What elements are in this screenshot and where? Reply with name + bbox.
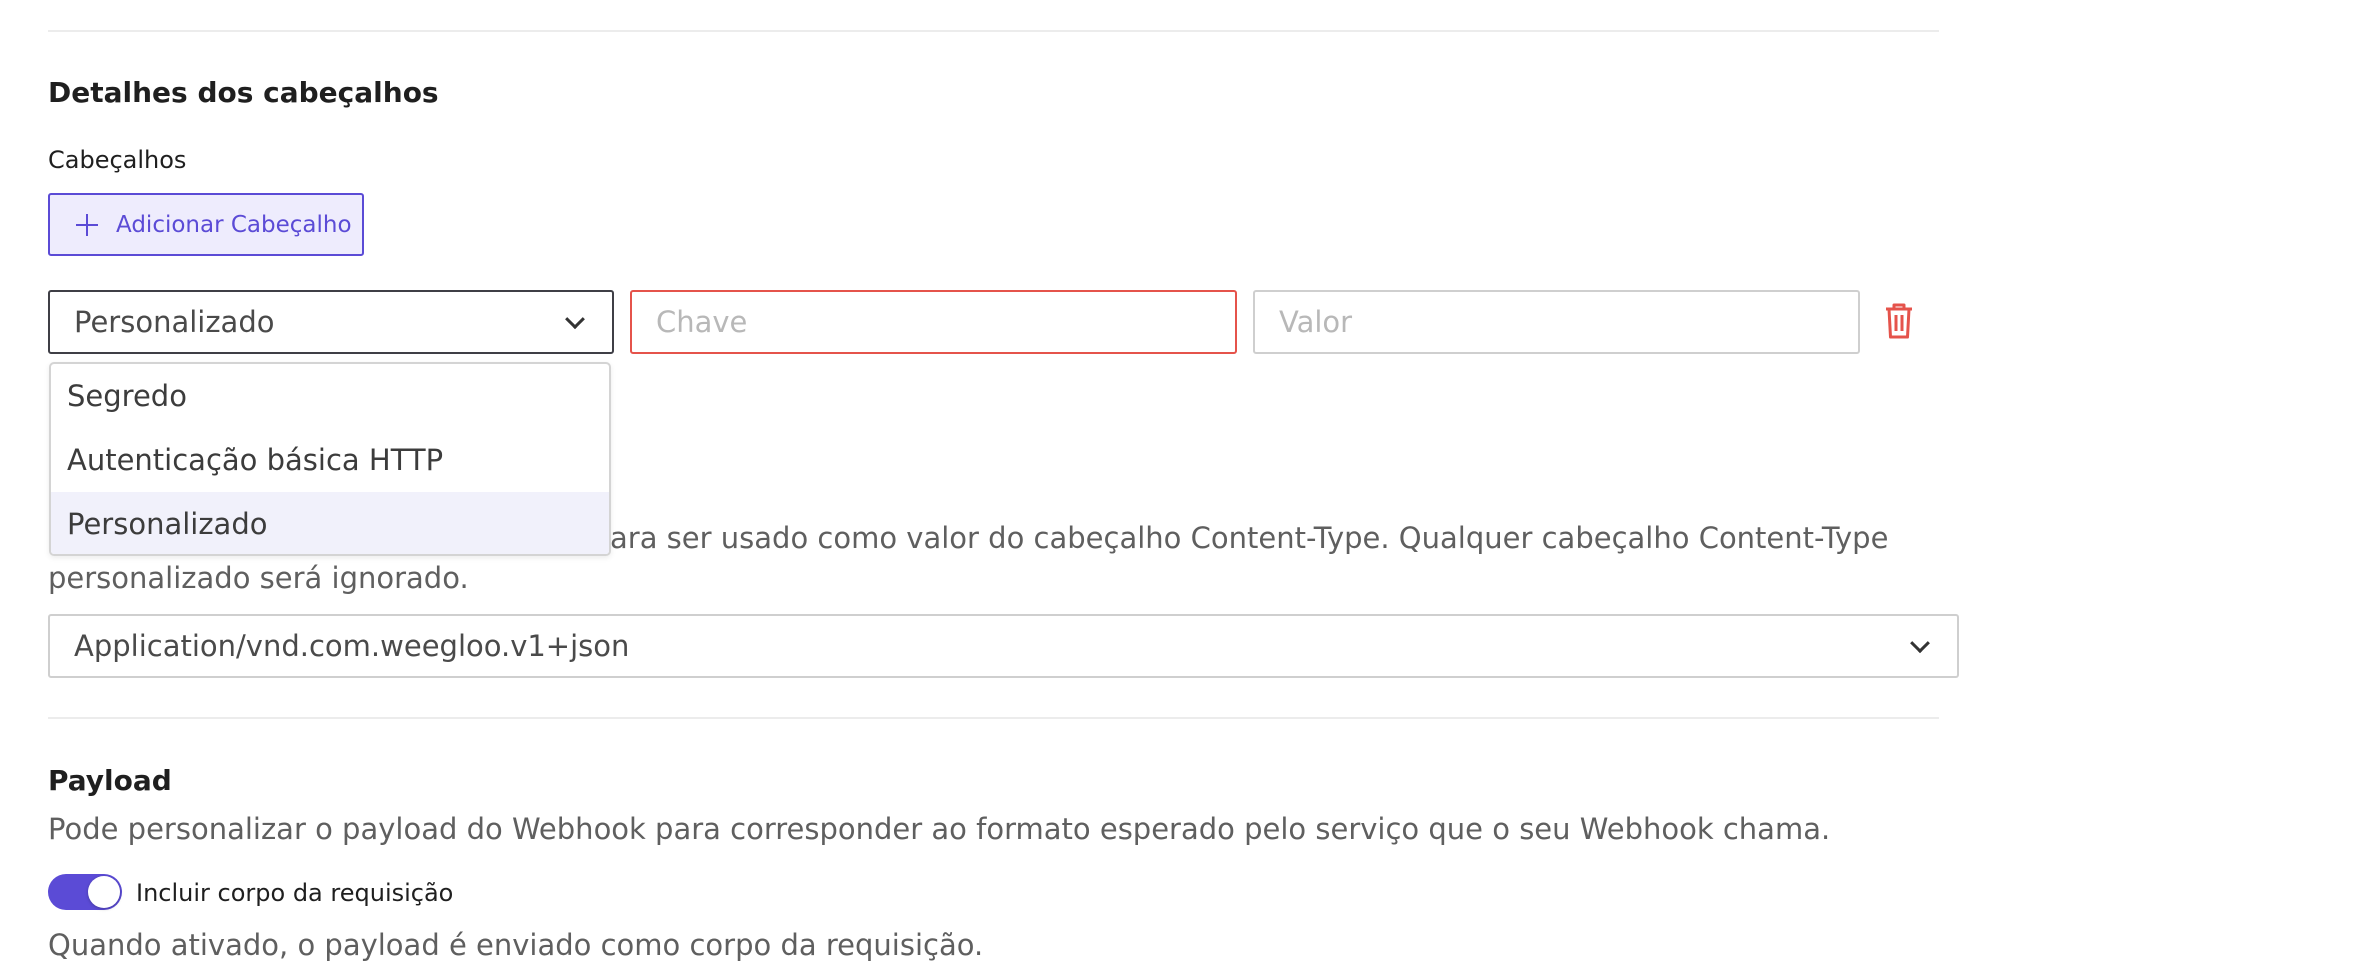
- toggle-knob: [88, 876, 120, 908]
- top-divider: [48, 30, 1939, 32]
- trash-icon[interactable]: [1884, 303, 1914, 339]
- add-header-button[interactable]: Adicionar Cabeçalho: [48, 193, 364, 256]
- include-body-help: Quando ativado, o payload é enviado como…: [48, 928, 984, 962]
- content-type-help-line2: personalizado será ignorado.: [48, 561, 469, 595]
- headers-label: Cabeçalhos: [48, 146, 187, 174]
- dropdown-option-basic-auth[interactable]: Autenticação básica HTTP: [51, 428, 609, 492]
- headers-section-title: Detalhes dos cabeçalhos: [48, 76, 439, 109]
- payload-description: Pode personalizar o payload do Webhook p…: [48, 812, 1831, 846]
- section-divider: [48, 717, 1939, 719]
- include-body-toggle[interactable]: [48, 874, 122, 910]
- dropdown-option-personalizado[interactable]: Personalizado: [51, 492, 609, 554]
- content-type-select[interactable]: Application/vnd.com.weegloo.v1+json: [48, 614, 1959, 678]
- header-value-input[interactable]: [1253, 290, 1860, 354]
- add-header-button-label: Adicionar Cabeçalho: [116, 211, 352, 238]
- payload-section-title: Payload: [48, 764, 172, 797]
- chevron-down-icon: [565, 309, 585, 330]
- header-key-input[interactable]: [630, 290, 1237, 354]
- header-type-dropdown: Segredo Autenticação básica HTTP Persona…: [49, 362, 611, 556]
- dropdown-option-segredo[interactable]: Segredo: [51, 364, 609, 428]
- header-type-select[interactable]: Personalizado: [48, 290, 614, 354]
- include-body-label: Incluir corpo da requisição: [136, 879, 454, 907]
- content-type-value: Application/vnd.com.weegloo.v1+json: [74, 629, 630, 663]
- plus-icon: [76, 213, 98, 236]
- header-type-value: Personalizado: [74, 305, 275, 339]
- chevron-down-icon: [1910, 633, 1930, 654]
